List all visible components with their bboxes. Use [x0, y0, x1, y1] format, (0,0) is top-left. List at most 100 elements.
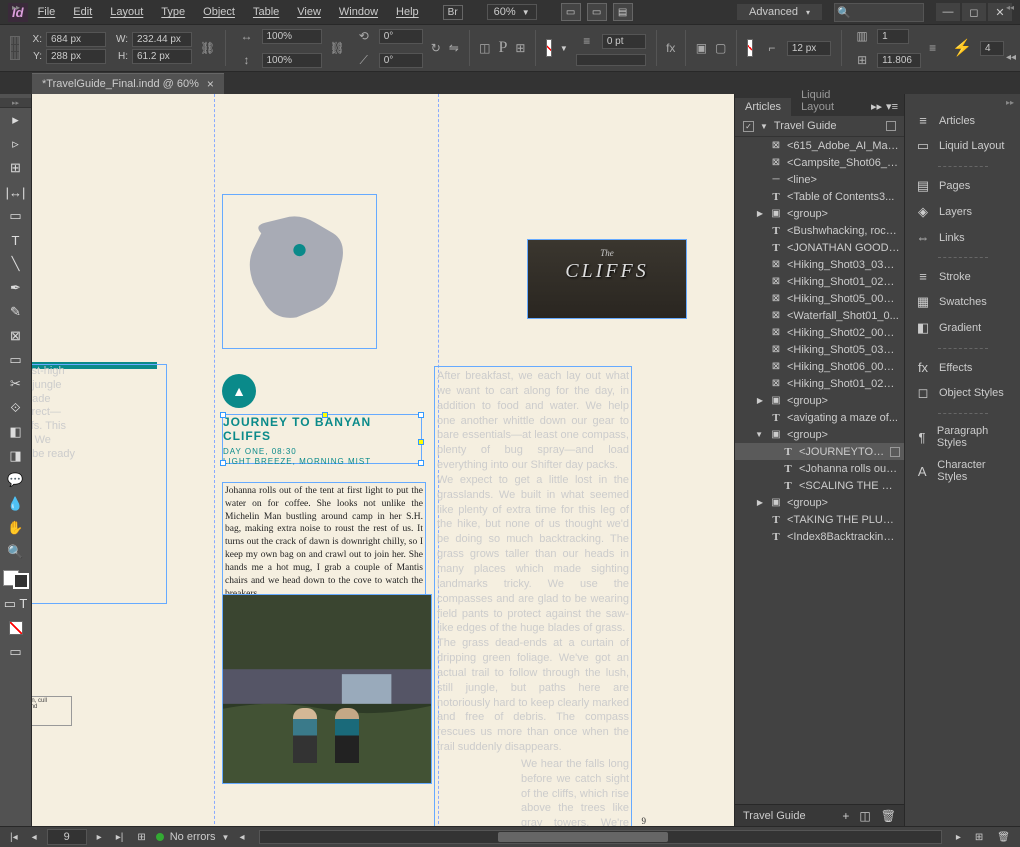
- stroke-input[interactable]: 0 pt: [602, 34, 646, 49]
- rotate-cw-icon[interactable]: ↻: [431, 37, 441, 59]
- menu-window[interactable]: Window: [331, 2, 386, 22]
- menu-layout[interactable]: Layout: [102, 2, 151, 22]
- type-tool[interactable]: T: [0, 228, 31, 252]
- dock-gradient[interactable]: ◧Gradient: [905, 315, 1020, 341]
- new-article-icon[interactable]: ◫: [859, 809, 870, 823]
- effects-icon[interactable]: fx: [666, 37, 675, 59]
- arrange-icon[interactable]: ▤: [613, 3, 633, 21]
- canvas[interactable]: aist-high d jungle made direct— liffs. T…: [32, 94, 734, 826]
- window-minimize[interactable]: —: [936, 3, 960, 21]
- toolbox-grip[interactable]: ▸▸: [0, 98, 31, 108]
- wrap-none-icon[interactable]: ▣: [696, 37, 707, 59]
- preflight-status[interactable]: No errors: [170, 831, 216, 843]
- article-item[interactable]: ⊠<Hiking_Shot01_0236...: [735, 273, 904, 290]
- corner-input[interactable]: 12 px: [787, 41, 831, 56]
- menu-type[interactable]: Type: [153, 2, 193, 22]
- section-title-frame[interactable]: JOURNEY TO BANYAN CLIFFS DAY ONE, 08:30 …: [222, 414, 422, 464]
- dock-liquid-layout[interactable]: ▭Liquid Layout: [905, 133, 1020, 159]
- menu-file[interactable]: File: [30, 2, 64, 22]
- zoom-tool[interactable]: 🔍: [0, 540, 31, 564]
- dock-object-styles[interactable]: ◻Object Styles: [905, 380, 1020, 406]
- hand-tool[interactable]: ✋: [0, 516, 31, 540]
- dock-character-styles[interactable]: ACharacter Styles: [905, 454, 1020, 488]
- scroll-left-icon[interactable]: ◂: [235, 832, 248, 843]
- page-thumb[interactable]: Ban, cullpend: [32, 696, 72, 726]
- article-item[interactable]: ─<line>: [735, 171, 904, 188]
- h-input[interactable]: 61.2 px: [132, 49, 192, 64]
- menu-help[interactable]: Help: [388, 2, 427, 22]
- dock-links[interactable]: ⇔Links: [905, 225, 1020, 250]
- opt2-input[interactable]: 11.806: [877, 53, 921, 68]
- formatting-container-icon[interactable]: ▭ T: [0, 592, 31, 616]
- panel-collapse-icon[interactable]: ▸▸: [871, 100, 882, 113]
- dock-swatches[interactable]: ▦Swatches: [905, 289, 1020, 315]
- control-collapse-icon[interactable]: ◂◂: [1006, 52, 1016, 63]
- quick-apply-icon[interactable]: ⚡: [952, 38, 972, 58]
- workspace-dropdown[interactable]: Advanced▾: [737, 4, 822, 20]
- trash-status-icon[interactable]: 🗑: [993, 832, 1014, 843]
- a-input[interactable]: 4: [980, 41, 1004, 56]
- gap-tool[interactable]: |↔|: [0, 180, 31, 204]
- w-input[interactable]: 232.44 px: [132, 32, 192, 47]
- sync-icon[interactable]: ⊞: [971, 832, 987, 843]
- wood-photo-frame[interactable]: The CLIFFS: [527, 239, 687, 319]
- menu-view[interactable]: View: [289, 2, 329, 22]
- hike-photo-frame[interactable]: [222, 594, 432, 784]
- article-item[interactable]: ⊠<Hiking_Shot05_0019...: [735, 290, 904, 307]
- heading-frame[interactable]: aist-high d jungle made direct— liffs. T…: [32, 364, 167, 604]
- article-item[interactable]: ⊠<615_Adobe_AI_Map...: [735, 137, 904, 154]
- apply-color-icon[interactable]: [0, 616, 31, 640]
- rotate-input[interactable]: 0°: [379, 29, 423, 44]
- article-item[interactable]: ▼▣<group>: [735, 426, 904, 443]
- add-icon[interactable]: +: [842, 809, 849, 823]
- dock-effects[interactable]: fxEffects: [905, 355, 1020, 380]
- constrain-scale-icon[interactable]: ⛓: [330, 37, 345, 59]
- articles-header[interactable]: ✓ ▼ Travel Guide: [735, 116, 904, 137]
- stroke-style-input[interactable]: [576, 54, 646, 66]
- document-tab[interactable]: *TravelGuide_Final.indd @ 60% ×: [32, 73, 224, 94]
- section-logo[interactable]: ▲: [222, 374, 256, 408]
- article-item[interactable]: T<Bushwhacking, rock ...: [735, 222, 904, 239]
- article-disclosure-icon[interactable]: ▼: [760, 122, 768, 131]
- dock-paragraph-styles[interactable]: ¶Paragraph Styles: [905, 420, 1020, 454]
- gradient-feather-tool[interactable]: ◨: [0, 444, 31, 468]
- scale-y-input[interactable]: 100%: [262, 53, 322, 68]
- x-input[interactable]: 684 px: [46, 32, 106, 47]
- y-input[interactable]: 288 px: [46, 49, 106, 64]
- reference-point[interactable]: [10, 36, 20, 60]
- page-tool[interactable]: ⊞: [0, 156, 31, 180]
- note-tool[interactable]: 💬: [0, 468, 31, 492]
- article-item[interactable]: T<JOURNEYTO BA...: [735, 443, 904, 460]
- article-item[interactable]: ⊠<Campsite_Shot06_0...: [735, 154, 904, 171]
- fill-swatch[interactable]: [546, 39, 552, 57]
- pen-tool[interactable]: ✒: [0, 276, 31, 300]
- trash-icon[interactable]: 🗑: [881, 809, 896, 823]
- article-item[interactable]: T<Table of Contents3...: [735, 188, 904, 205]
- search-input[interactable]: 🔍: [834, 3, 924, 22]
- constrain-icon[interactable]: ⛓: [200, 37, 215, 59]
- map-frame[interactable]: [222, 194, 377, 349]
- stroke-swatch[interactable]: [747, 39, 753, 57]
- menu-edit[interactable]: Edit: [65, 2, 100, 22]
- dock-stroke[interactable]: ≡Stroke: [905, 264, 1020, 289]
- dock-collapse-icon[interactable]: ▸▸: [905, 98, 1020, 108]
- eyedropper-tool[interactable]: 💧: [0, 492, 31, 516]
- disclosure-icon[interactable]: ▶: [757, 209, 763, 218]
- article-item[interactable]: ▶▣<group>: [735, 205, 904, 222]
- disclosure-icon[interactable]: ▶: [757, 498, 763, 507]
- next-page-icon[interactable]: ▸: [93, 832, 106, 843]
- article-item[interactable]: ⊠<Hiking_Shot05_0332...: [735, 341, 904, 358]
- article-item[interactable]: ▶▣<group>: [735, 392, 904, 409]
- p-icon[interactable]: P: [498, 37, 507, 59]
- scissors-tool[interactable]: ✂: [0, 372, 31, 396]
- menu-table[interactable]: Table: [245, 2, 287, 22]
- rectangle-tool[interactable]: ▭: [0, 348, 31, 372]
- pencil-tool[interactable]: ✎: [0, 300, 31, 324]
- selection-tool[interactable]: ▸: [0, 108, 31, 132]
- view-mode-tool[interactable]: ▭: [0, 640, 31, 664]
- bridge-icon[interactable]: Br: [443, 5, 463, 20]
- body-frame-1[interactable]: Johanna rolls out of the tent at first l…: [222, 482, 426, 603]
- article-item[interactable]: T<JONATHAN GOODM...: [735, 239, 904, 256]
- menu-object[interactable]: Object: [195, 2, 243, 22]
- select-container-icon[interactable]: ◫: [479, 37, 490, 59]
